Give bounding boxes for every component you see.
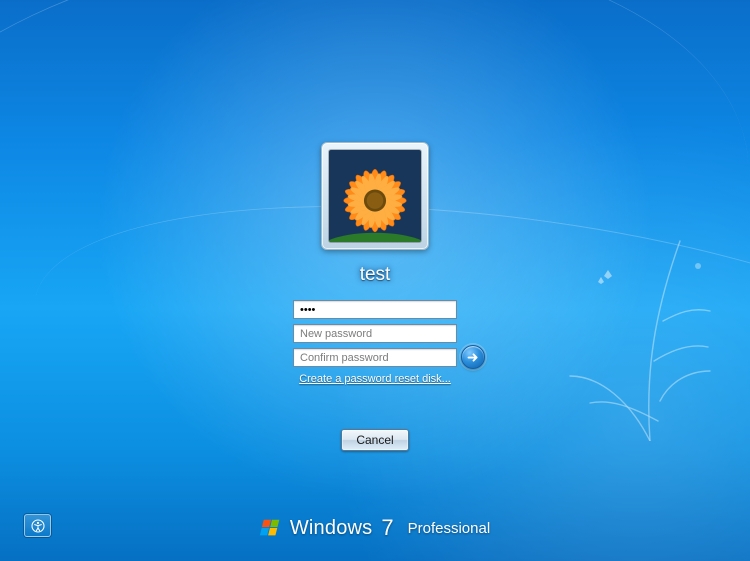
submit-button[interactable] xyxy=(461,345,485,369)
user-avatar xyxy=(321,142,429,250)
windows-logo-icon xyxy=(260,517,282,539)
background-plant-decoration xyxy=(560,221,720,441)
old-password-input[interactable] xyxy=(293,300,457,319)
windows-brand: Windows 7 Professional xyxy=(260,515,490,541)
brand-product: Windows xyxy=(290,517,373,540)
password-reset-disk-link[interactable]: Create a password reset disk... xyxy=(299,373,451,385)
new-password-input[interactable] xyxy=(293,324,457,343)
username-label: test xyxy=(360,264,391,286)
ease-of-access-button[interactable] xyxy=(24,514,51,537)
flower-icon xyxy=(329,150,421,242)
brand-edition: Professional xyxy=(408,520,491,537)
password-fields-group xyxy=(293,300,457,367)
arrow-right-icon xyxy=(466,350,481,365)
confirm-password-input[interactable] xyxy=(293,348,457,367)
ease-of-access-icon xyxy=(30,518,46,534)
cancel-button[interactable]: Cancel xyxy=(341,429,408,451)
brand-version: 7 xyxy=(381,515,393,541)
